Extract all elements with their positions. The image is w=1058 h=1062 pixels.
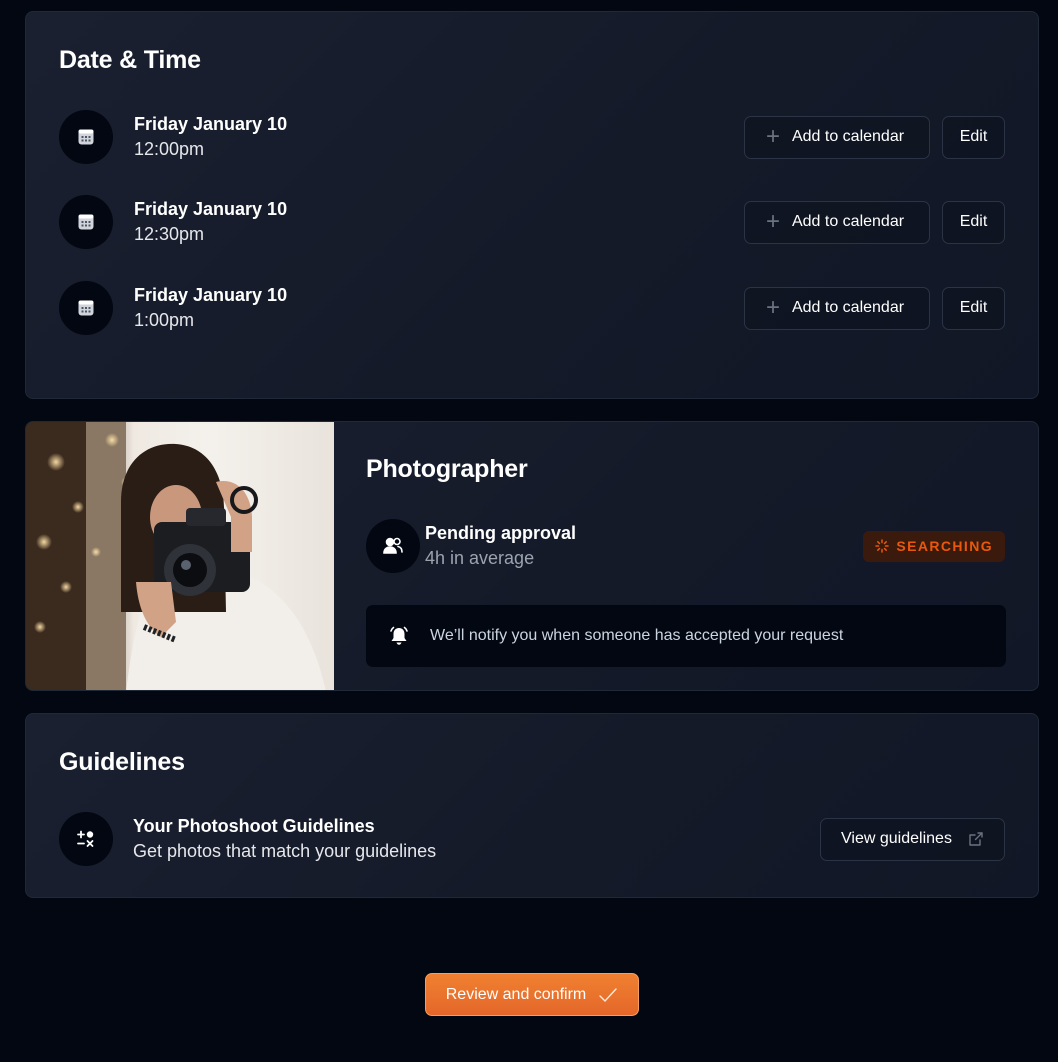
calendar-icon (78, 129, 94, 145)
time-slot-row: Friday January 10 1:00pm + Add to calend… (59, 281, 1005, 335)
view-guidelines-button[interactable]: View guidelines (820, 817, 1005, 861)
plus-icon: + (765, 208, 780, 235)
slot-day: Friday January 10 (134, 285, 288, 305)
review-and-confirm-button[interactable]: Review and confirm (425, 973, 639, 1016)
spinner-icon (875, 539, 890, 553)
date-time-title: Date & Time (59, 46, 201, 74)
slot-day: Friday January 10 (134, 199, 288, 219)
guidelines-title: Guidelines (59, 748, 185, 776)
users-icon (383, 537, 403, 554)
photographer-title: Photographer (366, 455, 528, 483)
review-and-confirm-label: Review and confirm (445, 985, 587, 1003)
searching-badge-label: SEARCHING (896, 538, 993, 554)
calendar-icon-circle (59, 110, 113, 164)
photographer-card: Photographer Pending approval 4h in aver… (25, 421, 1039, 691)
status-title: Pending approval (425, 523, 577, 543)
guidelines-row: Your Photoshoot Guidelines Get photos th… (59, 812, 1005, 866)
edit-button[interactable]: Edit (942, 200, 1005, 244)
users-icon-circle (366, 519, 420, 573)
calendar-icon (78, 300, 94, 316)
add-to-calendar-button[interactable]: + Add to calendar (744, 115, 930, 159)
external-link-icon (969, 832, 983, 846)
add-to-calendar-label: Add to calendar (791, 299, 905, 316)
notification-notice: We’ll notify you when someone has accept… (366, 605, 1006, 667)
calendar-icon-circle (59, 195, 113, 249)
time-slot-row: Friday January 10 12:30pm + Add to calen… (59, 195, 1005, 249)
edit-button[interactable]: Edit (942, 115, 1005, 159)
slot-time: 1:00pm (134, 310, 195, 330)
check-icon (599, 987, 617, 1002)
slot-time: 12:30pm (134, 224, 205, 244)
photographer-photo (26, 422, 334, 690)
guidelines-item-sub: Get photos that match your guidelines (133, 841, 437, 861)
shapes-icon (77, 830, 94, 847)
shapes-icon-circle (59, 812, 113, 866)
calendar-icon (78, 214, 94, 230)
notice-text: We’ll notify you when someone has accept… (430, 627, 844, 644)
slot-day: Friday January 10 (134, 114, 288, 134)
edit-button[interactable]: Edit (942, 286, 1005, 330)
plus-icon: + (765, 123, 780, 150)
calendar-icon-circle (59, 281, 113, 335)
bell-icon (390, 626, 408, 645)
date-time-card: Date & Time Friday January 10 12:00pm + … (25, 11, 1039, 399)
time-slot-row: Friday January 10 12:00pm + Add to calen… (59, 110, 1005, 164)
add-to-calendar-button[interactable]: + Add to calendar (744, 286, 930, 330)
guidelines-card: Guidelines Your Photoshoot Guidelines Ge… (25, 713, 1039, 898)
add-to-calendar-label: Add to calendar (791, 213, 905, 230)
status-sub: 4h in average (425, 548, 535, 568)
guidelines-item-title: Your Photoshoot Guidelines (133, 816, 375, 836)
status-row: Pending approval 4h in average SEARCHING (366, 519, 1005, 573)
plus-icon: + (765, 294, 780, 321)
add-to-calendar-button[interactable]: + Add to calendar (744, 200, 930, 244)
slot-time: 12:00pm (134, 139, 205, 159)
searching-badge: SEARCHING (863, 530, 1005, 562)
add-to-calendar-label: Add to calendar (791, 128, 905, 145)
view-guidelines-label: View guidelines (841, 830, 952, 847)
